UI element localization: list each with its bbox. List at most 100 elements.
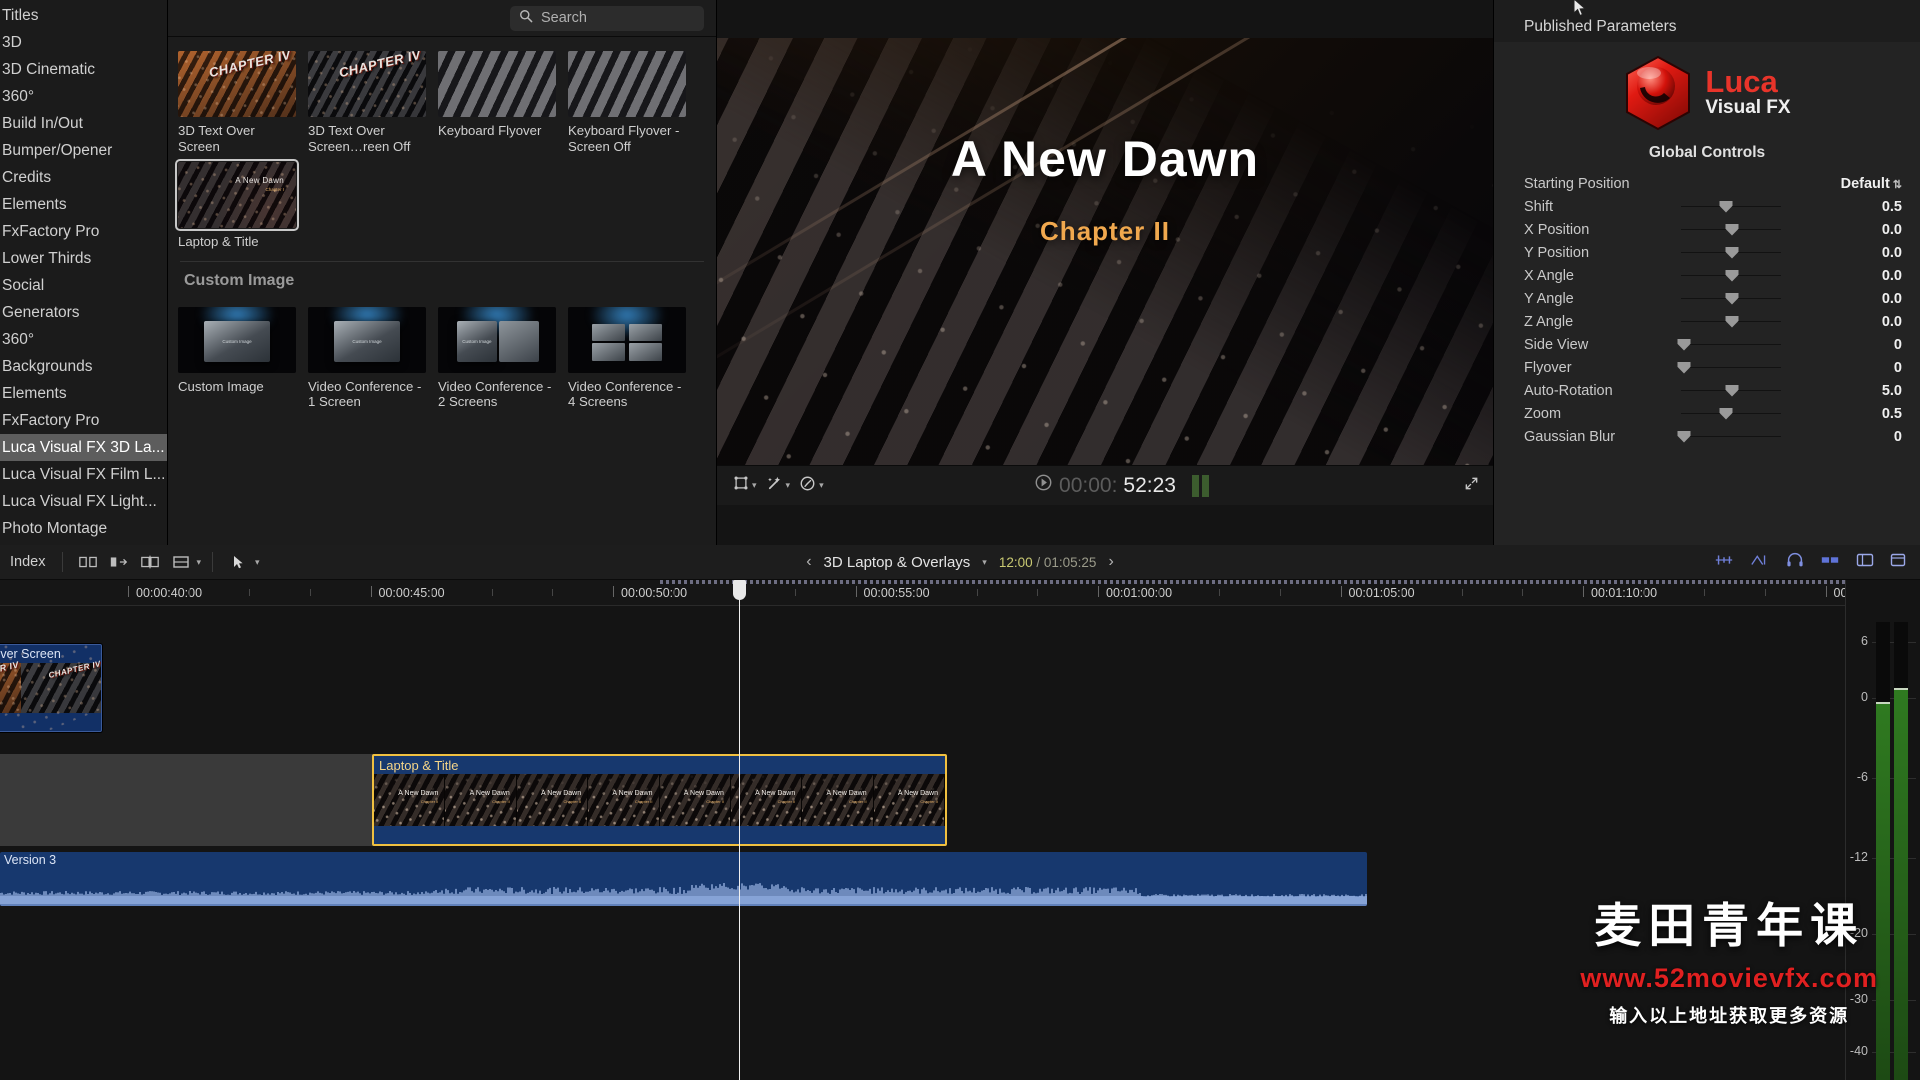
slider-knob[interactable] [1719,200,1733,213]
param-value-zoom[interactable]: 0.5 [1856,406,1902,422]
thumbnail-image[interactable]: Custom Image [178,306,296,373]
param-slider-shift[interactable] [1681,200,1781,214]
sidebar-item-bumper-opener[interactable]: Bumper/Opener [0,137,167,164]
retime-button[interactable]: ▾ [797,473,826,499]
sidebar-item-elements[interactable]: Elements [0,380,167,407]
param-value-auto-rotation[interactable]: 5.0 [1856,383,1902,399]
trim-tool-button[interactable] [74,551,102,573]
sidebar-item-titles[interactable]: Titles [0,2,167,29]
param-value-shift[interactable]: 0.5 [1856,199,1902,215]
sidebar-item-generators[interactable]: Generators [0,299,167,326]
param-value-starting-position[interactable]: Default ⇅ [1832,176,1902,192]
param-value-z-angle[interactable]: 0.0 [1856,314,1902,330]
param-slider-x-position[interactable] [1681,223,1781,237]
chevron-down-icon-2[interactable]: ▾ [255,557,260,568]
param-value-y-position[interactable]: 0.0 [1856,245,1902,261]
slider-knob[interactable] [1719,407,1733,420]
param-value-x-angle[interactable]: 0.0 [1856,268,1902,284]
param-value-side-view[interactable]: 0 [1856,337,1902,353]
param-slider-y-position[interactable] [1681,246,1781,260]
timeline-timecode[interactable]: 12:00 / 01:05:25 [999,555,1097,570]
sidebar-item-3d[interactable]: 3D [0,29,167,56]
slider-knob[interactable] [1677,430,1691,443]
sidebar-item-photo-montage[interactable]: Photo Montage [0,515,167,542]
param-slider-x-angle[interactable] [1681,269,1781,283]
slider-knob[interactable] [1677,338,1691,351]
index-button-label[interactable]: Index [10,554,51,570]
thumbnail-image[interactable]: Custom Image [438,306,556,373]
browser-item-keyboard-flyover-screen-off[interactable]: Keyboard Flyover - Screen Off [568,51,696,154]
effects-sidebar[interactable]: Titles 3D 3D Cinematic 360° Build In/Out Bump… [0,0,168,545]
sidebar-item-luca-visual-fx-light[interactable]: Luca Visual FX Light... [0,488,167,515]
sidebar-item-360[interactable]: 360° [0,326,167,353]
thumbnail-image[interactable]: A New Dawn Chapter I [175,159,299,231]
browser-item-keyboard-flyover[interactable]: Keyboard Flyover [438,51,566,154]
razor-tool-button[interactable] [136,551,164,573]
param-value-x-position[interactable]: 0.0 [1856,222,1902,238]
playhead-handle[interactable] [733,580,746,600]
sidebar-item-social[interactable]: Social [0,272,167,299]
clip-version-3-audio[interactable]: Version 3 [0,852,1367,906]
sidebar-item-backgrounds[interactable]: Backgrounds [0,353,167,380]
audio-meter-icon[interactable] [1820,553,1840,572]
sidebar-item-elements[interactable]: Elements [0,191,167,218]
fullscreen-button[interactable] [1464,476,1479,496]
browser-item-3d-text-over-screen-reen-off[interactable]: CHAPTER IV 3D Text Over Screen…reen Off [308,51,436,154]
project-name[interactable]: 3D Laptop & Overlays [824,554,971,571]
browser-item-custom-image[interactable]: Custom Image Custom Image [178,306,306,410]
chevron-right-icon[interactable]: › [1108,553,1113,571]
slider-knob[interactable] [1725,223,1739,236]
thumbnail-image[interactable]: CHAPTER IV [178,51,296,117]
solo-icon[interactable] [1750,553,1770,572]
browser-item-video-conference-2-screens[interactable]: Custom Image Video Conference - 2 Screens [438,306,566,410]
slider-knob[interactable] [1725,269,1739,282]
sidebar-item-lower-thirds[interactable]: Lower Thirds [0,245,167,272]
slider-knob[interactable] [1725,315,1739,328]
clip-3d-text-over-screen[interactable]: 3D Text Over Screen CHAPTER IV CHAPTER I… [0,644,102,732]
param-slider-y-angle[interactable] [1681,292,1781,306]
param-slider-flyover[interactable] [1677,361,1781,375]
chevron-down-icon[interactable]: ▾ [196,557,201,568]
sidebar-item-luca-visual-fx-film-l[interactable]: Luca Visual FX Film L... [0,461,167,488]
headphones-icon[interactable] [1786,552,1804,573]
playhead[interactable] [733,580,746,1080]
sidebar-item-fxfactory-pro[interactable]: FxFactory Pro [0,407,167,434]
param-slider-zoom[interactable] [1681,407,1781,421]
select-tool-button[interactable] [224,551,252,573]
param-slider-side-view[interactable] [1677,338,1781,352]
slider-knob[interactable] [1677,361,1691,374]
position-tool-button[interactable] [105,551,133,573]
sidebar-item-credits[interactable]: Credits [0,164,167,191]
chevron-left-icon[interactable]: ‹ [806,553,811,571]
thumbnail-image[interactable]: Custom Image [308,306,426,373]
browser-item-laptop-title[interactable]: A New Dawn Chapter I Laptop & Title [175,159,306,250]
thumbnail-image[interactable] [438,51,556,117]
param-value-flyover[interactable]: 0 [1856,360,1902,376]
thumbnail-image[interactable] [568,306,686,373]
sidebar-item-luca-visual-fx-3d-la[interactable]: Luca Visual FX 3D La... [0,434,167,461]
browser-content[interactable]: CHAPTER IV 3D Text Over Screen CHAPTER IV 3… [168,38,716,545]
thumbnail-image[interactable]: CHAPTER IV [308,51,426,117]
viewer-canvas[interactable]: A New Dawn Chapter II [717,38,1493,505]
chevron-down-icon-project[interactable]: ▾ [982,557,987,568]
param-slider-z-angle[interactable] [1681,315,1781,329]
sidebar-item-3d-cinematic[interactable]: 3D Cinematic [0,56,167,83]
sidebar-item-build-in-out[interactable]: Build In/Out [0,110,167,137]
param-slider-auto-rotation[interactable] [1681,384,1781,398]
param-value-y-angle[interactable]: 0.0 [1856,291,1902,307]
search-field[interactable]: Search [510,5,704,31]
more-options-icon[interactable] [1890,552,1906,573]
slider-knob[interactable] [1725,384,1739,397]
param-value-gaussian-blur[interactable]: 0 [1856,429,1902,445]
clip-laptop-and-title[interactable]: Laptop & Title A New Dawn Chapter II A New… [372,754,947,846]
viewer-audio-meters[interactable] [1192,474,1209,497]
effects-button[interactable]: ▾ [764,473,793,499]
browser-item-3d-text-over-screen[interactable]: CHAPTER IV 3D Text Over Screen [178,51,306,154]
timeline-tracks[interactable]: 3D Text Over Screen CHAPTER IV CHAPTER I… [0,606,1845,1080]
browser-item-video-conference-1-screen[interactable]: Custom Image Video Conference - 1 Screen [308,306,436,410]
sidebar-item-360[interactable]: 360° [0,83,167,110]
transform-button[interactable]: ▾ [731,473,759,498]
thumbnail-image[interactable] [568,51,686,117]
browser-item-video-conference-4-screens[interactable]: Video Conference - 4 Screens [568,306,696,410]
appearance-button[interactable] [167,551,195,573]
